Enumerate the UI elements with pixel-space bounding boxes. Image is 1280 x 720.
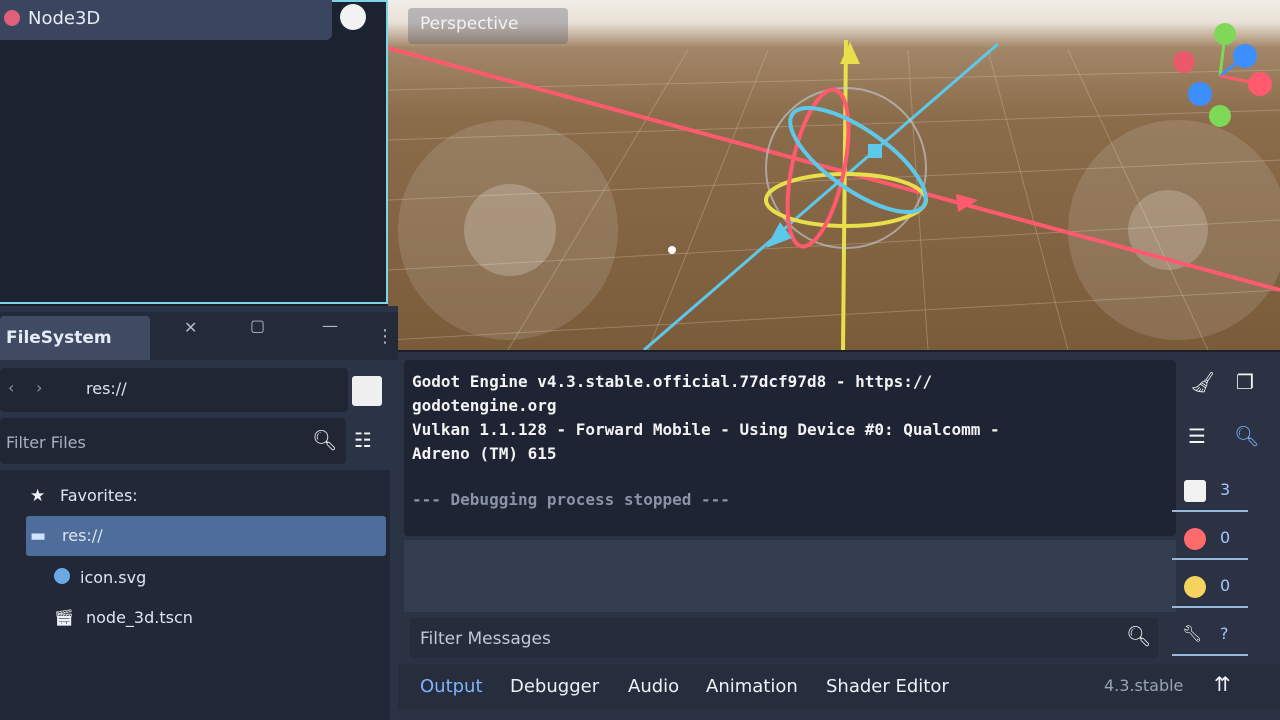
tab-animation[interactable]: Animation — [706, 676, 798, 697]
scene-root-label: Node3D — [28, 8, 101, 29]
warning-count: 0 — [1220, 576, 1231, 595]
tab-shader-editor[interactable]: Shader Editor — [826, 676, 949, 697]
back-icon[interactable]: ‹ — [8, 378, 14, 397]
scene-tree-root-row[interactable]: Node3D — [0, 0, 332, 40]
tree-item-favorites[interactable]: Favorites: — [60, 486, 138, 505]
clear-output-icon[interactable]: 🧹︎ — [1190, 370, 1215, 394]
filesystem-tree — [0, 470, 390, 720]
filter-messages-button[interactable]: 3 — [1172, 472, 1248, 512]
filter-editor-button[interactable]: 🔧︎ ? — [1172, 616, 1248, 656]
y-arrow — [840, 42, 860, 64]
filesystem-path-bar[interactable]: ‹ › res:// — [0, 368, 348, 412]
search-icon: 🔍︎ — [312, 428, 338, 452]
tab-filesystem[interactable]: FileSystem — [0, 316, 150, 360]
3d-viewport[interactable]: Perspective — [388, 0, 1280, 350]
tree-item-icon-svg[interactable]: icon.svg — [80, 568, 146, 587]
tab-debugger[interactable]: Debugger — [510, 676, 599, 697]
copy-icon[interactable]: ❐ — [1236, 370, 1254, 394]
toggle-search-icon[interactable]: 🔍︎ — [1234, 424, 1259, 448]
editor-message-icon: 🔧︎ — [1182, 624, 1203, 643]
output-line: Adreno (TM) 615 — [412, 444, 557, 463]
filesystem-filter[interactable] — [0, 418, 346, 466]
sort-icon[interactable]: ☷ — [354, 428, 372, 452]
filter-warnings-button[interactable]: 0 — [1172, 568, 1248, 608]
z-handle — [868, 144, 882, 158]
orientation-gizmo — [1173, 23, 1272, 127]
warning-icon — [1184, 576, 1206, 598]
toggle-search-list-icon[interactable]: ☰ — [1188, 424, 1206, 448]
viewport-menu-label: Perspective — [420, 14, 519, 34]
visibility-toggle-icon[interactable] — [340, 4, 366, 30]
pin-panel-icon[interactable]: ⇈ — [1214, 672, 1231, 696]
output-area-lower — [404, 540, 1176, 612]
tab-filesystem-label: FileSystem — [6, 328, 112, 348]
node3d-icon — [4, 10, 20, 26]
output-status-line: --- Debugging process stopped --- — [412, 490, 730, 509]
tree-item-node3d-tscn[interactable]: node_3d.tscn — [86, 608, 193, 627]
filesystem-path: res:// — [86, 379, 127, 398]
forward-icon[interactable]: › — [36, 378, 42, 397]
tab-audio[interactable]: Audio — [628, 676, 679, 697]
message-count: 3 — [1220, 480, 1231, 499]
output-line: Godot Engine v4.3.stable.official.77dcf9… — [412, 372, 933, 391]
left-joystick-knob — [464, 184, 556, 276]
viewport-scene — [388, 23, 1280, 350]
tree-item-res-root[interactable]: res:// — [62, 526, 103, 545]
y-axis-line — [841, 39, 848, 350]
editor-count: ? — [1220, 624, 1229, 643]
tab-output[interactable]: Output — [420, 676, 483, 697]
error-icon — [1184, 528, 1206, 550]
output-line: godotengine.org — [412, 396, 557, 415]
search-icon: 🔍︎ — [1126, 624, 1152, 648]
message-icon — [1184, 480, 1206, 502]
output-filter[interactable] — [410, 618, 1158, 660]
toggle-split-mode-icon[interactable] — [352, 376, 382, 406]
minimize-icon[interactable]: — — [322, 316, 338, 335]
version-label[interactable]: 4.3.stable — [1104, 676, 1183, 695]
output-log: Godot Engine v4.3.stable.official.77dcf9… — [404, 360, 1176, 536]
folder-icon: ▬ — [30, 526, 47, 546]
error-count: 0 — [1220, 528, 1231, 547]
z-axis-line — [643, 42, 999, 350]
scene-icon: 🎬︎ — [54, 608, 75, 627]
filter-errors-button[interactable]: 0 — [1172, 520, 1248, 560]
star-icon: ★ — [30, 486, 46, 506]
dock-menu-icon[interactable]: ⋮ — [376, 326, 394, 347]
image-icon — [54, 568, 70, 584]
filter-files-input[interactable] — [0, 418, 308, 466]
output-line: Vulkan 1.1.128 - Forward Mobile - Using … — [412, 420, 1000, 439]
x-arrow — [956, 194, 978, 212]
filter-messages-input[interactable] — [410, 618, 1122, 660]
close-icon[interactable]: ✕ — [184, 318, 197, 337]
viewport-perspective-menu[interactable]: Perspective — [408, 8, 568, 44]
maximize-icon[interactable]: ▢ — [250, 316, 265, 335]
viewport-center-dot — [668, 246, 676, 254]
scene-dock — [0, 0, 388, 304]
